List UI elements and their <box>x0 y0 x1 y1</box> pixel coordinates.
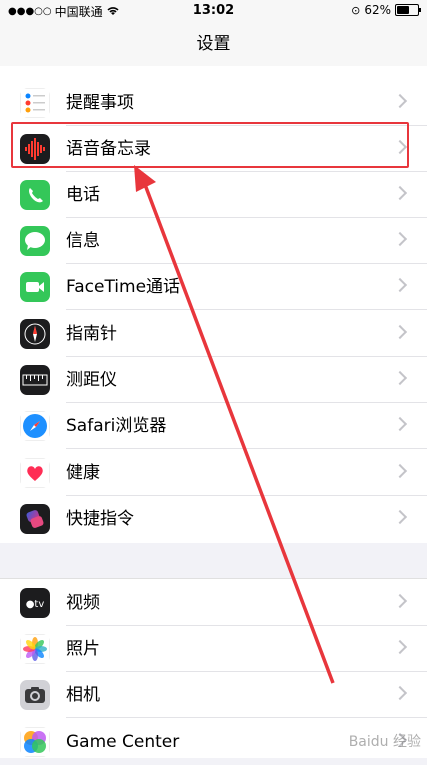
annotation-arrow <box>134 165 335 684</box>
watermark: Baidu 经验 <box>348 734 421 750</box>
